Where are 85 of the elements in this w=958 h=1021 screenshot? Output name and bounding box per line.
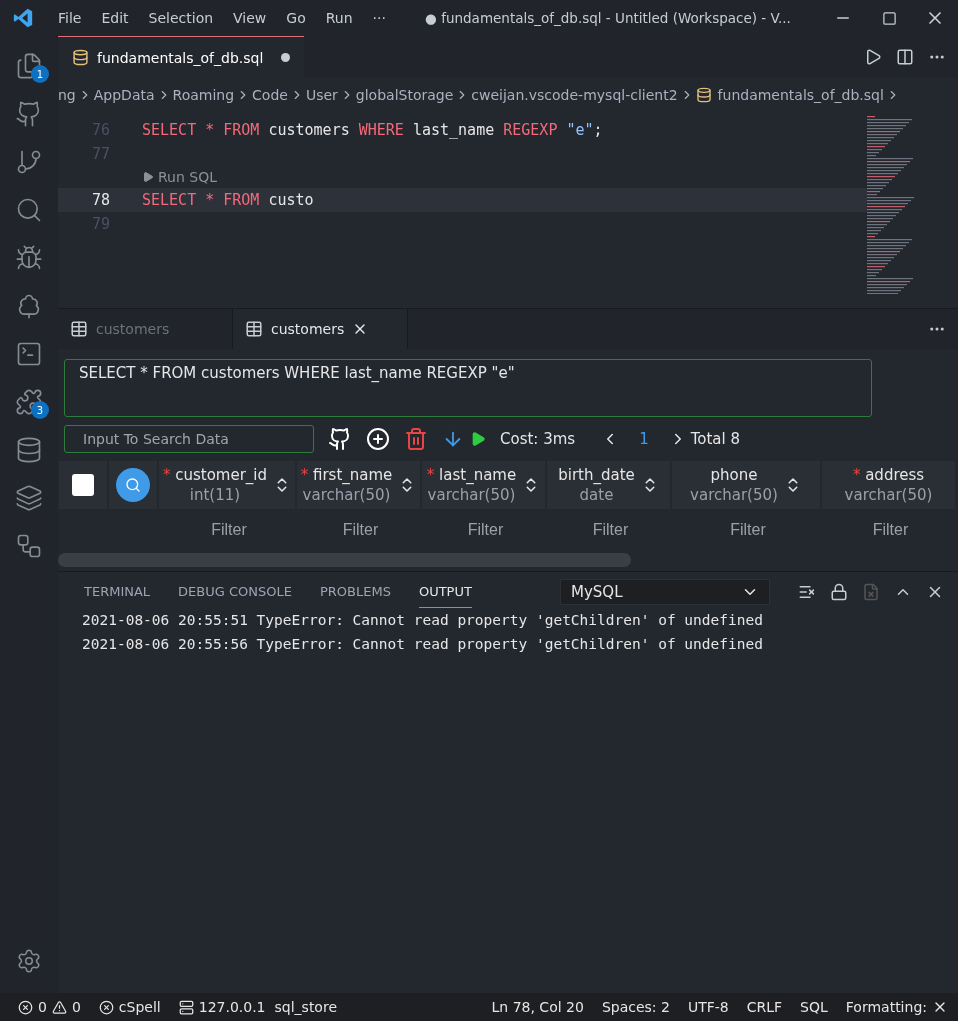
status-item[interactable]: SQL <box>800 999 828 1015</box>
delete-icon[interactable] <box>404 427 428 451</box>
column-header[interactable]: * address varchar(50) <box>822 461 955 509</box>
output-channel-select[interactable]: MySQL <box>560 579 770 605</box>
menu-item[interactable]: Run <box>315 10 363 26</box>
activity-item[interactable]: 3 <box>0 378 58 426</box>
count-badge: 1 <box>31 65 49 83</box>
run-sql-link[interactable]: Run SQL <box>158 169 217 185</box>
code-text: SELECT * FROM customers WHERE last_name REGEXP "e"; <box>142 121 603 139</box>
output-line: 2021-08-06 20:55:56 TypeError: Cannot read property 'getChildren' of undefined <box>81 636 764 654</box>
error-icon[interactable] <box>98 999 114 1015</box>
scrollbar[interactable] <box>58 553 631 567</box>
breadcrumb-item[interactable]: cweijan.vscode-mysql-client2 <box>471 87 678 103</box>
breadcrumb-item[interactable]: fundamentals_of_db.sql <box>717 87 884 103</box>
status-item[interactable]: Ln 78, Col 20 <box>491 999 584 1015</box>
run-icon[interactable] <box>470 431 486 447</box>
menu-item[interactable]: Go <box>276 10 316 26</box>
database-icon <box>15 436 43 464</box>
error-count[interactable]: 0 <box>38 999 47 1015</box>
search-icon <box>125 477 141 493</box>
branch-icon <box>15 148 43 176</box>
column-header[interactable]: birth_date date <box>547 461 670 509</box>
menu-item[interactable]: ··· <box>362 10 396 26</box>
panel-tab[interactable]: DEBUG CONSOLE <box>178 576 292 608</box>
line-number: 78 <box>90 191 111 209</box>
breadcrumb-item[interactable]: AppData <box>93 87 155 103</box>
activity-item[interactable]: 1 <box>0 42 58 90</box>
page-number[interactable]: 1 <box>639 430 649 448</box>
layers-icon <box>15 484 43 512</box>
database-icon <box>72 49 89 66</box>
output-line: 2021-08-06 20:55:51 TypeError: Cannot read property 'getChildren' of undefined <box>81 612 764 630</box>
breadcrumb-item[interactable]: Code <box>252 87 288 103</box>
spell-status[interactable]: cSpell <box>118 999 161 1015</box>
terminal-icon <box>15 340 43 368</box>
settings-icon[interactable] <box>16 948 42 974</box>
breadcrumb-item[interactable]: globalStorage <box>355 87 454 103</box>
add-icon[interactable] <box>366 427 390 451</box>
count-badge: 3 <box>31 401 49 419</box>
panel-tab[interactable]: TERMINAL <box>84 576 151 608</box>
window-title: ● fundamentals_of_db.sql - Untitled (Workspace) - V... <box>424 10 792 26</box>
clear-output-icon[interactable] <box>798 583 816 601</box>
lock-icon[interactable] <box>830 583 848 601</box>
column-header[interactable]: * first_name varchar(50) <box>297 461 420 509</box>
nodes-icon <box>15 532 43 560</box>
host-status[interactable]: 127.0.0.1 <box>198 999 266 1015</box>
files-icon <box>15 52 43 80</box>
maximize-icon[interactable] <box>881 10 897 26</box>
table-icon <box>245 320 263 338</box>
search-button[interactable] <box>116 468 150 502</box>
column-header[interactable]: * last_name varchar(50) <box>422 461 545 509</box>
play-icon[interactable] <box>142 171 154 183</box>
search-field[interactable]: Input To Search Data <box>64 425 314 453</box>
github-icon[interactable] <box>328 427 352 451</box>
breadcrumb-item[interactable]: User <box>305 87 338 103</box>
breadcrumb-item[interactable]: Roaming <box>172 87 235 103</box>
warning-icon[interactable] <box>51 999 67 1015</box>
bug-icon <box>15 244 43 272</box>
puzzle-icon <box>15 388 43 416</box>
menu-item[interactable]: View <box>223 10 277 26</box>
search-icon <box>15 196 43 224</box>
query-field[interactable]: SELECT * FROM customers WHERE last_name REGEXP "e" <box>64 359 872 417</box>
error-icon[interactable] <box>18 999 33 1015</box>
status-item[interactable]: Spaces: 2 <box>601 999 670 1015</box>
code-text: SELECT * FROM custo <box>142 191 314 209</box>
menu-item[interactable]: Edit <box>91 10 139 26</box>
select-all-checkbox[interactable] <box>72 474 94 496</box>
menu-item[interactable]: Selection <box>138 10 224 26</box>
status-item[interactable]: UTF-8 <box>687 999 729 1015</box>
server-icon[interactable] <box>178 999 194 1015</box>
total-text: Total 8 <box>690 430 741 448</box>
split-editor-icon[interactable] <box>896 48 914 66</box>
table-icon <box>70 320 88 338</box>
menu-item[interactable]: File <box>48 10 92 26</box>
formatting-status[interactable]: Formatting: <box>845 999 927 1015</box>
vscode-logo-icon <box>12 7 34 29</box>
warning-count[interactable]: 0 <box>71 999 81 1015</box>
run-icon[interactable] <box>864 48 882 66</box>
cost-text: Cost: 3ms <box>500 430 576 448</box>
status-item[interactable]: CRLF <box>746 999 783 1015</box>
panel-tab[interactable]: PROBLEMS <box>319 576 391 608</box>
database-status[interactable]: sql_store <box>274 999 337 1015</box>
breadcrumb-item[interactable]: ng <box>58 87 76 103</box>
column-header[interactable]: phone varchar(50) <box>672 461 820 509</box>
column-header[interactable]: * customer_id int(11) <box>159 461 295 509</box>
panel-tab[interactable]: OUTPUT <box>418 576 472 608</box>
